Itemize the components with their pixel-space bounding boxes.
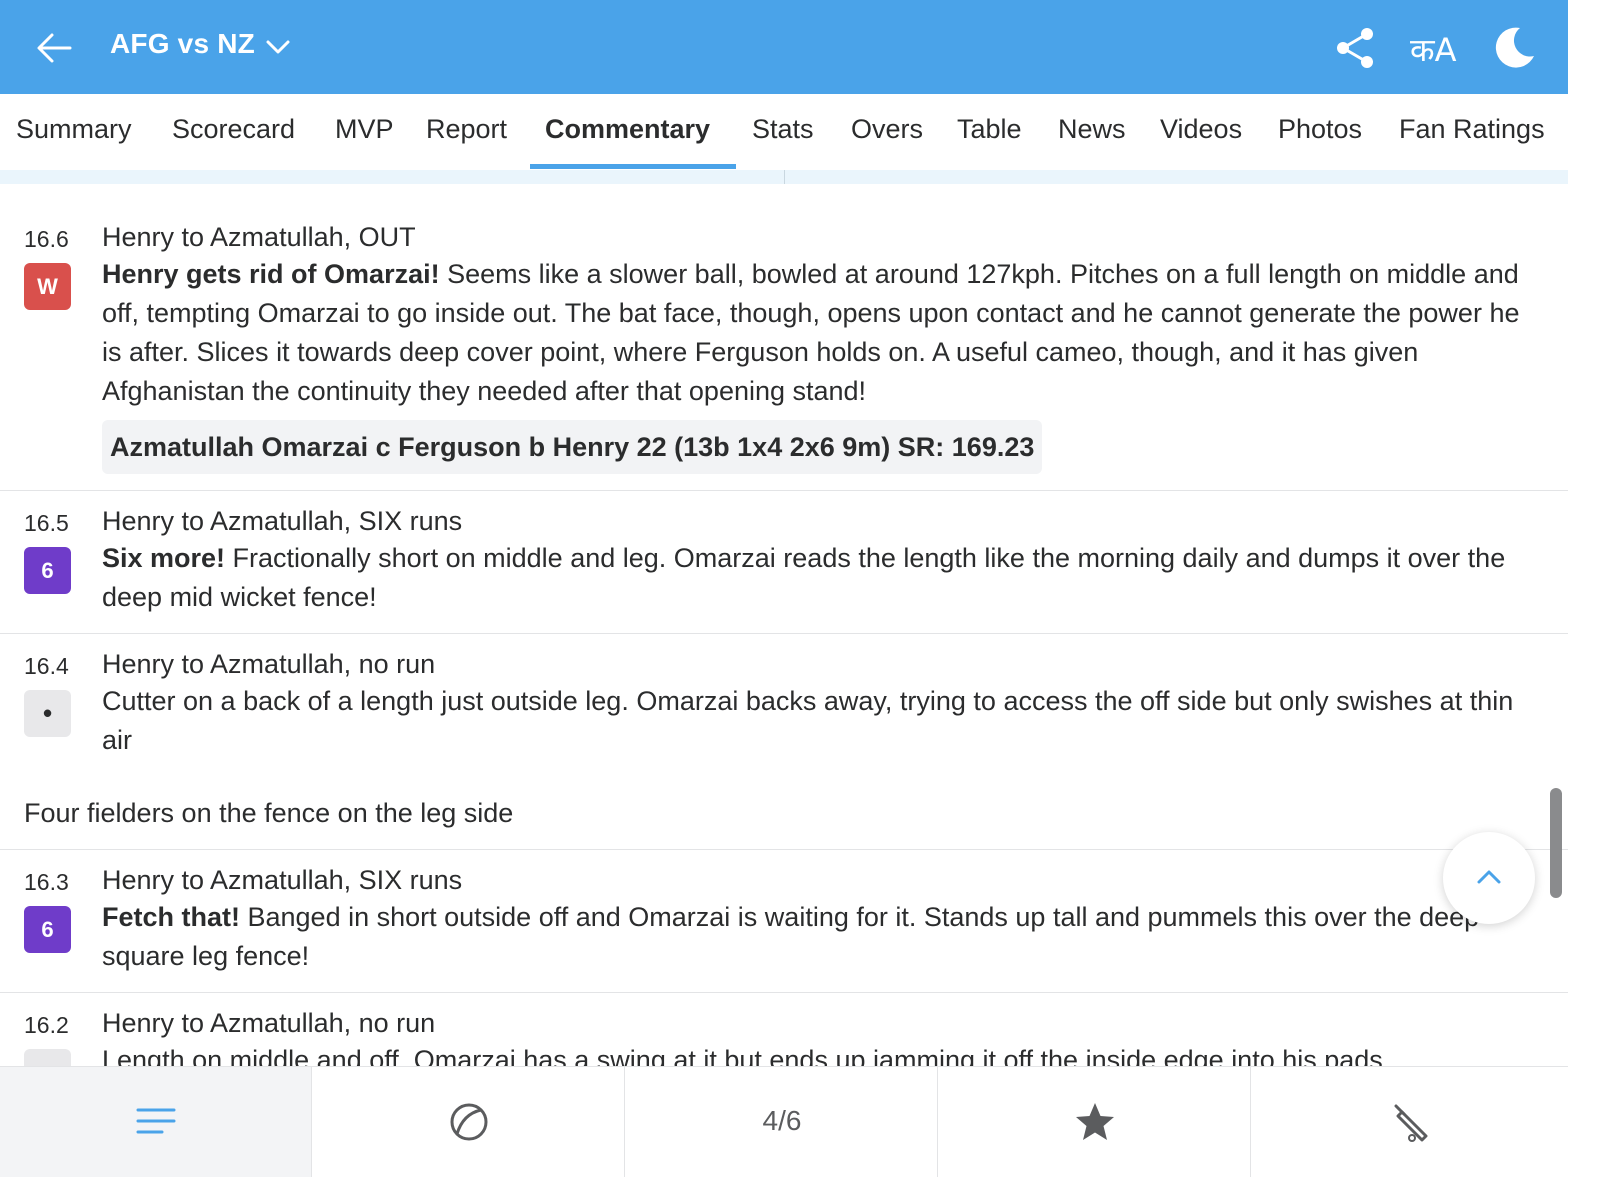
- ball-commentary: Length on middle and off. Omarzai has a …: [102, 1041, 1542, 1066]
- six-badge: 6: [24, 547, 71, 594]
- bottom-nav: 4/6: [0, 1066, 1568, 1177]
- tab-summary[interactable]: Summary: [16, 114, 132, 145]
- tab-table[interactable]: Table: [957, 114, 1022, 145]
- tab-photos[interactable]: Photos: [1278, 114, 1362, 145]
- dot-ball-badge: [24, 1049, 71, 1066]
- bottom-nav-batting[interactable]: [1252, 1067, 1564, 1177]
- ball-headline: Henry to Azmatullah, no run: [102, 1008, 436, 1038]
- tab-bar: Summary Scorecard MVP Report Commentary …: [0, 94, 1568, 172]
- tab-mvp[interactable]: MVP: [335, 114, 394, 145]
- bottom-nav-ball[interactable]: [313, 1067, 625, 1177]
- commentary-body: Length on middle and off. Omarzai has a …: [102, 1045, 1391, 1066]
- wicket-badge: W: [24, 263, 71, 310]
- commentary-feed[interactable]: 16.6 W Henry to Azmatullah, OUT Henry ge…: [0, 184, 1568, 1066]
- tab-scorecard[interactable]: Scorecard: [172, 114, 295, 145]
- ball-headline: Henry to Azmatullah, SIX runs: [102, 865, 463, 895]
- commentary-body: Cutter on a back of a length just outsid…: [102, 686, 1514, 755]
- scrollbar-thumb[interactable]: [1550, 788, 1562, 898]
- over-number: 16.6: [24, 226, 69, 252]
- tab-news[interactable]: News: [1058, 114, 1126, 145]
- tab-stats[interactable]: Stats: [752, 114, 814, 145]
- six-badge: 6: [24, 906, 71, 953]
- ball-commentary: Cutter on a back of a length just outsid…: [102, 682, 1542, 760]
- commentary-item: 16.2 Henry to Azmatullah, no run Length …: [0, 993, 1568, 1066]
- share-icon[interactable]: [1334, 26, 1376, 70]
- active-tab-indicator: [530, 164, 736, 169]
- tab-overs[interactable]: Overs: [851, 114, 923, 145]
- tab-fan-ratings[interactable]: Fan Ratings: [1399, 114, 1545, 145]
- bat-icon: [1394, 1104, 1428, 1142]
- ball-commentary: Fetch that! Banged in short outside off …: [102, 898, 1542, 976]
- list-icon: [136, 1108, 176, 1134]
- over-number: 16.5: [24, 510, 69, 536]
- match-title[interactable]: AFG vs NZ: [110, 28, 255, 60]
- star-icon: [1076, 1103, 1114, 1140]
- tabs-divider-mark: [784, 170, 785, 184]
- commentary-body: Fractionally short on middle and leg. Om…: [102, 543, 1506, 612]
- bottom-nav-commentary-list[interactable]: [0, 1067, 312, 1177]
- commentary-item: 16.4 • Henry to Azmatullah, no run Cutte…: [0, 634, 1568, 850]
- ball-headline: Henry to Azmatullah, SIX runs: [102, 506, 463, 536]
- ball-headline: Henry to Azmatullah, OUT: [102, 222, 416, 252]
- commentary-highlight: Henry gets rid of Omarzai!: [102, 259, 440, 289]
- language-toggle[interactable]: कA: [1410, 28, 1456, 71]
- back-arrow-icon[interactable]: [34, 28, 74, 68]
- over-number: 16.3: [24, 869, 69, 895]
- ball-commentary: Six more! Fractionally short on middle a…: [102, 539, 1542, 617]
- commentary-item: 16.5 6 Henry to Azmatullah, SIX runs Six…: [0, 491, 1568, 634]
- ball-commentary: Henry gets rid of Omarzai! Seems like a …: [102, 255, 1542, 411]
- over-number: 16.2: [24, 1012, 69, 1038]
- over-number: 16.4: [24, 653, 69, 679]
- dark-mode-icon[interactable]: [1490, 24, 1538, 72]
- scroll-to-top-button[interactable]: [1443, 832, 1535, 924]
- ball-icon: [450, 1103, 488, 1141]
- tab-videos[interactable]: Videos: [1160, 114, 1242, 145]
- commentary-item: 16.3 6 Henry to Azmatullah, SIX runs Fet…: [0, 850, 1568, 993]
- commentary-body: Banged in short outside off and Omarzai …: [102, 902, 1480, 971]
- dismissal-summary: Azmatullah Omarzai c Ferguson b Henry 22…: [102, 420, 1043, 474]
- bottom-nav-favourite[interactable]: [939, 1067, 1251, 1177]
- ball-headline: Henry to Azmatullah, no run: [102, 649, 436, 679]
- commentary-highlight: Six more!: [102, 543, 226, 573]
- dot-ball-badge: •: [24, 690, 71, 737]
- chevron-down-icon[interactable]: [264, 34, 292, 60]
- innings-pager: 4/6: [762, 1105, 802, 1136]
- commentary-highlight: Fetch that!: [102, 902, 240, 932]
- commentary-item: 16.6 W Henry to Azmatullah, OUT Henry ge…: [0, 184, 1568, 491]
- tab-report[interactable]: Report: [426, 114, 507, 145]
- app-header: AFG vs NZ कA: [0, 0, 1568, 94]
- tab-commentary[interactable]: Commentary: [545, 114, 710, 145]
- commentary-note: Four fielders on the fence on the leg si…: [24, 798, 514, 828]
- chevron-up-icon: [1477, 870, 1501, 884]
- bottom-nav-pager[interactable]: 4/6: [626, 1067, 938, 1177]
